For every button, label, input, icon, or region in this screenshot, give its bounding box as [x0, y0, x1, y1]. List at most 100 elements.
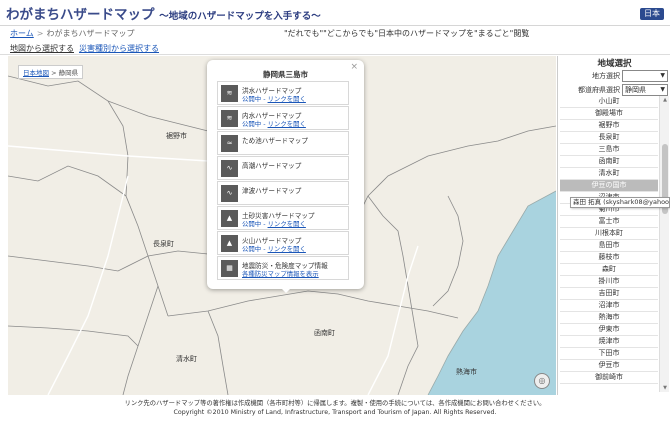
scroll-up-icon[interactable]: ▲	[660, 96, 670, 104]
map-pin-icon[interactable]: ◎	[534, 373, 550, 389]
popup-pointer	[279, 286, 293, 293]
city-list-item[interactable]: 沼津市	[560, 300, 658, 312]
region-select[interactable]: ▼	[622, 70, 668, 82]
city-list-item[interactable]: 小山町	[560, 96, 658, 108]
city-list-item[interactable]: 焼津市	[560, 336, 658, 348]
city-list-item[interactable]: 藤枝市	[560, 252, 658, 264]
city-list-item[interactable]: 御殿場市	[560, 108, 658, 120]
city-list-item[interactable]: 掛川市	[560, 276, 658, 288]
city-list-item[interactable]: 清水町	[560, 168, 658, 180]
scroll-down-icon[interactable]: ▼	[660, 384, 670, 392]
popup-title: 静岡県三島市	[263, 70, 308, 79]
selection-tabs: 地図から選択する 災害種別から選択する	[0, 42, 670, 55]
hazard-item-inland-flood: ≋ 内水ハザードマップ 公開中 - リンクを開く	[217, 106, 349, 130]
city-list-item[interactable]: 三島市	[560, 144, 658, 156]
breadcrumb-current: わがまちハザードマップ	[46, 29, 135, 38]
prefecture-select[interactable]: 静岡県 ▼	[622, 84, 668, 96]
prefecture-select-label: 都道府県選択	[578, 86, 620, 94]
open-link[interactable]: リンクを開く	[268, 245, 306, 253]
hazard-item-status: 公開中 - リンクを開く	[242, 219, 306, 228]
city-list-scrollbar[interactable]: ▲ ▼	[659, 96, 669, 392]
hazard-item-earthquake: ▦ 地震防災・危険度マップ情報 各種防災マップ情報を表示	[217, 256, 349, 280]
open-link[interactable]: リンクを開く	[268, 120, 306, 128]
region-select-label: 地方選択	[592, 72, 620, 80]
city-list-item[interactable]: 伊豆の国市	[560, 180, 658, 192]
site-title[interactable]: わがまちハザードマップ ～地域のハザードマップを入手する～	[6, 3, 321, 23]
map-label-shimizu: 清水町	[176, 355, 197, 363]
hazard-item-storm-surge: ∿ 高潮ハザードマップ	[217, 156, 349, 180]
hazard-item-status: 公開中 - リンクを開く	[242, 94, 306, 103]
chevron-down-icon: ▼	[660, 72, 665, 79]
tagline: "だれでも""どこからでも"日本中のハザードマップを"まるごと"閲覧	[284, 29, 530, 38]
breadcrumb: ホーム > わがまちハザードマップ	[10, 27, 134, 41]
flood-icon: ≋	[221, 85, 238, 102]
page-footer: リンク先のハザードマップ等の著作権は作成機関（各市町村等）に帰属します。複製・使…	[0, 400, 670, 424]
status-text: 公開中	[242, 245, 262, 253]
volcano-icon: ▲	[221, 235, 238, 252]
reservoir-icon: ≈	[221, 135, 238, 152]
city-list-item[interactable]: 川根本町	[560, 228, 658, 240]
map-label-kannami: 函南町	[314, 329, 335, 337]
city-list-item[interactable]: 裾野市	[560, 120, 658, 132]
city-list-item[interactable]: 伊豆市	[560, 360, 658, 372]
language-button[interactable]: 日本	[640, 8, 664, 20]
map-breadcrumb: 日本地図 > 静岡県	[18, 65, 84, 79]
footer-copyright: Copyright ©2010 Ministry of Land, Infras…	[173, 408, 497, 416]
hazard-item-status: 公開中 - リンクを開く	[242, 119, 306, 128]
hazard-item-status: 公開中 - リンクを開く	[242, 244, 306, 253]
inland-flood-icon: ≋	[221, 110, 238, 127]
map-breadcrumb-separator: >	[51, 69, 57, 77]
tab-select-by-disaster[interactable]: 災害種別から選択する	[79, 42, 159, 55]
hazard-item-landslide: ▲ 土砂災害ハザードマップ 公開中 - リンクを開く	[217, 206, 349, 230]
map-label-susono: 裾野市	[166, 132, 187, 140]
hazard-item-flood: ≋ 洪水ハザードマップ 公開中 - リンクを開く	[217, 81, 349, 105]
open-link[interactable]: リンクを開く	[268, 95, 306, 103]
site-title-text[interactable]: わがまちハザードマップ	[6, 7, 155, 23]
city-list-item[interactable]: 森町	[560, 264, 658, 276]
status-text: 公開中	[242, 95, 262, 103]
status-text: 公開中	[242, 220, 262, 228]
city-list-item[interactable]: 伊東市	[560, 324, 658, 336]
open-link[interactable]: リンクを開く	[268, 220, 306, 228]
map-label-nagaizumi: 長泉町	[153, 240, 174, 248]
site-header: わがまちハザードマップ ～地域のハザードマップを入手する～ 日本	[0, 0, 670, 26]
city-list-item[interactable]: 函南町	[560, 156, 658, 168]
region-selector-panel: 地域選択 地方選択 ▼ 都道府県選択 静岡県 ▼ 小山町 御殿場市 裾野市 長泉町 三島市…	[557, 56, 670, 395]
map-label-atami: 熱海市	[456, 368, 477, 376]
region-selector-title: 地域選択	[597, 59, 632, 69]
hazard-item-status: 各種防災マップ情報を表示	[242, 269, 319, 278]
map-breadcrumb-japan-link[interactable]: 日本地図	[23, 69, 49, 77]
app-window: わがまちハザードマップ ～地域のハザードマップを入手する～ 日本 ホーム > わがま…	[0, 0, 670, 424]
city-hazard-popup: × 静岡県三島市 ≋ 洪水ハザードマップ 公開中 - リンクを開く ≋ 内水ハザ…	[207, 60, 364, 293]
open-disaster-maps-link[interactable]: 各種防災マップ情報を表示	[242, 270, 319, 278]
city-list-item[interactable]: 吉田町	[560, 288, 658, 300]
city-list[interactable]: 小山町御殿場市裾野市長泉町三島市函南町清水町伊豆の国市沼津市菊川市富士市川根本町…	[560, 96, 658, 392]
breadcrumb-bar: ホーム > わがまちハザードマップ "だれでも""どこからでも"日本中のハザードマッ…	[0, 27, 670, 41]
tsunami-icon: ∿	[221, 185, 238, 202]
city-list-item[interactable]: 御前崎市	[560, 372, 658, 384]
tab-select-from-map[interactable]: 地図から選択する	[10, 42, 74, 55]
hazard-item-volcano: ▲ 火山ハザードマップ 公開中 - リンクを開く	[217, 231, 349, 255]
hazard-item-name: 津波ハザードマップ	[242, 187, 302, 195]
city-list-item[interactable]: 長泉町	[560, 132, 658, 144]
breadcrumb-home-link[interactable]: ホーム	[10, 29, 34, 38]
city-list-item[interactable]: 熱海市	[560, 312, 658, 324]
status-text: 公開中	[242, 120, 262, 128]
breadcrumb-separator: >	[36, 29, 44, 38]
site-subtitle: ～地域のハザードマップを入手する～	[159, 11, 321, 22]
hazard-item-reservoir: ≈ ため池ハザードマップ	[217, 131, 349, 155]
city-list-item[interactable]: 下田市	[560, 348, 658, 360]
storm-surge-icon: ∿	[221, 160, 238, 177]
hazard-item-name: ため池ハザードマップ	[242, 137, 308, 145]
city-list-item[interactable]: 島田市	[560, 240, 658, 252]
footer-notice: リンク先のハザードマップ等の著作権は作成機関（各市町村等）に帰属します。複製・使…	[124, 400, 546, 407]
landslide-icon: ▲	[221, 210, 238, 227]
hazard-map[interactable]: 日本地図 > 静岡県 裾野市 長泉町 清水町 函南町 熱海市 × 静岡県三島市 …	[8, 56, 556, 395]
earthquake-icon: ▦	[221, 260, 238, 277]
chevron-down-icon: ▼	[660, 86, 665, 93]
tooltip: 森田 拓真 (skyshark08@yahoo.co.jp)	[570, 197, 670, 208]
region-select-row: 地方選択 ▼	[564, 70, 668, 82]
hazard-item-tsunami: ∿ 津波ハザードマップ	[217, 181, 349, 205]
prefecture-select-row: 都道府県選択 静岡県 ▼	[564, 84, 668, 96]
city-list-item[interactable]: 富士市	[560, 216, 658, 228]
